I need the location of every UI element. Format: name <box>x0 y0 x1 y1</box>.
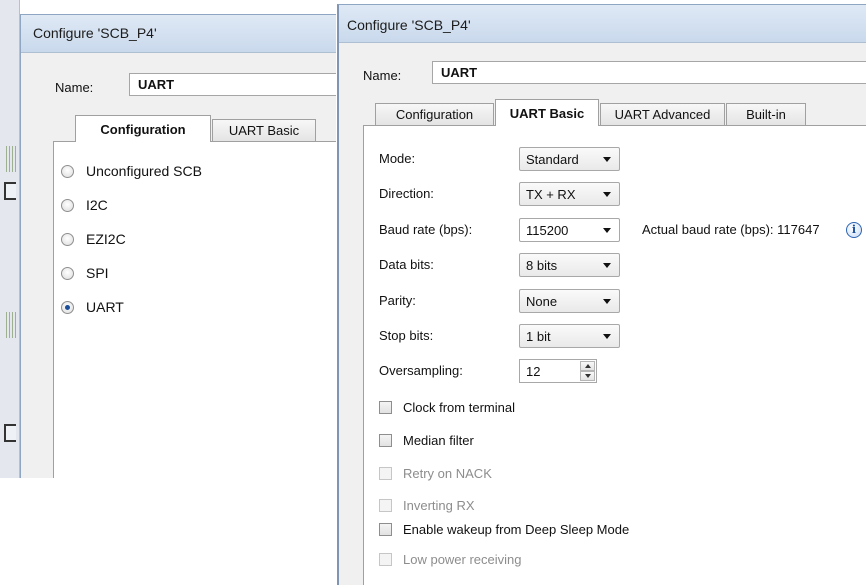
checkbox-median-filter[interactable]: Median filter <box>379 430 474 450</box>
tab-configuration[interactable]: Configuration <box>75 115 211 142</box>
dialog-body: Name: UART Configuration UART Basic Unco… <box>21 53 336 478</box>
checkbox-label: Median filter <box>403 432 474 448</box>
checkbox-label: Retry on NACK <box>403 465 492 481</box>
chevron-down-icon <box>603 157 611 162</box>
dialog-title-bar: Configure 'SCB_P4' <box>339 5 866 43</box>
grid-pattern <box>6 312 18 338</box>
tab-uart-basic[interactable]: UART Basic <box>212 119 316 141</box>
direction-value: TX + RX <box>526 187 576 202</box>
dialog-title: Configure 'SCB_P4' <box>33 25 157 41</box>
parity-select[interactable]: None <box>519 289 620 313</box>
stop-bits-value: 1 bit <box>526 329 551 344</box>
checkbox-label: Enable wakeup from Deep Sleep Mode <box>403 521 630 537</box>
tab-strip: Configuration UART Basic UART Advanced B… <box>375 99 866 126</box>
chevron-down-icon <box>603 228 611 233</box>
radio-icon[interactable] <box>61 232 74 246</box>
radio-i2c[interactable]: I2C <box>61 195 108 215</box>
tab-configuration[interactable]: Configuration <box>375 103 494 125</box>
radio-icon[interactable] <box>61 266 74 280</box>
checkbox-label: Low power receiving <box>403 551 522 567</box>
checkbox-retry-on-nack: Retry on NACK <box>379 463 492 483</box>
stop-bits-label: Stop bits: <box>379 328 434 343</box>
checkbox-icon <box>379 552 392 566</box>
chevron-down-icon <box>603 263 611 268</box>
dialog-body: Name: UART Configuration UART Basic UART… <box>339 43 866 585</box>
radio-label: UART <box>86 299 124 315</box>
checkbox-low-power-receiving: Low power receiving <box>379 549 522 569</box>
radio-icon[interactable] <box>61 164 74 178</box>
data-bits-value: 8 bits <box>526 258 558 273</box>
data-bits-select[interactable]: 8 bits <box>519 253 620 277</box>
baud-rate-label: Baud rate (bps): <box>379 222 473 237</box>
parity-value: None <box>526 294 558 309</box>
spin-down-icon[interactable] <box>580 371 595 381</box>
checkbox-icon <box>379 466 392 480</box>
dialog-title: Configure 'SCB_P4' <box>347 17 471 33</box>
checkbox-icon[interactable] <box>379 433 392 447</box>
spin-arrows-icon[interactable] <box>580 361 595 381</box>
data-bits-label: Data bits: <box>379 257 434 272</box>
radio-uart[interactable]: UART <box>61 297 124 317</box>
configure-dialog-uart-basic: Configure 'SCB_P4' Name: UART Configurat… <box>337 4 866 585</box>
radio-spi[interactable]: SPI <box>61 263 109 283</box>
chevron-down-icon <box>603 192 611 197</box>
chevron-down-icon <box>603 299 611 304</box>
checkbox-label: Clock from terminal <box>403 399 515 415</box>
radio-selected-icon[interactable] <box>61 300 74 314</box>
grid-pattern <box>6 146 18 172</box>
checkbox-label: Inverting RX <box>403 497 475 513</box>
name-label: Name: <box>363 68 402 83</box>
name-input[interactable]: UART <box>129 73 336 96</box>
checkbox-clock-from-terminal[interactable]: Clock from terminal <box>379 397 515 417</box>
checkbox-icon <box>379 498 392 512</box>
info-icon[interactable]: i <box>846 222 862 238</box>
checkbox-inverting-rx: Inverting RX <box>379 495 475 515</box>
mode-value: Standard <box>526 152 579 167</box>
oversampling-spinner[interactable]: 12 <box>519 359 597 383</box>
mode-select[interactable]: Standard <box>519 147 620 171</box>
dialog-title-bar: Configure 'SCB_P4' <box>21 15 336 53</box>
oversampling-label: Oversampling: <box>379 363 463 378</box>
radio-label: SPI <box>86 265 109 281</box>
chevron-down-icon <box>603 334 611 339</box>
radio-icon[interactable] <box>61 198 74 212</box>
oversampling-value: 12 <box>526 364 541 379</box>
baud-rate-select[interactable]: 115200 <box>519 218 620 242</box>
tab-built-in[interactable]: Built-in <box>726 103 806 125</box>
component-edge <box>4 424 16 442</box>
direction-label: Direction: <box>379 186 434 201</box>
radio-label: Unconfigured SCB <box>86 163 202 179</box>
radio-label: I2C <box>86 197 108 213</box>
direction-select[interactable]: TX + RX <box>519 182 620 206</box>
name-label: Name: <box>55 80 94 95</box>
parity-label: Parity: <box>379 293 416 308</box>
mode-label: Mode: <box>379 151 416 166</box>
tab-uart-basic[interactable]: UART Basic <box>495 99 599 126</box>
checkbox-icon[interactable] <box>379 400 392 414</box>
actual-baud-rate-text: Actual baud rate (bps): 117647 <box>642 222 820 237</box>
configure-dialog-configuration: Configure 'SCB_P4' Name: UART Configurat… <box>20 14 336 478</box>
checkbox-icon[interactable] <box>379 522 392 536</box>
spin-up-icon[interactable] <box>580 361 595 371</box>
radio-ezi2c[interactable]: EZI2C <box>61 229 126 249</box>
designer-canvas-strip <box>0 0 20 478</box>
tab-uart-advanced[interactable]: UART Advanced <box>600 103 725 125</box>
component-edge <box>4 182 16 200</box>
checkbox-enable-wakeup[interactable]: Enable wakeup from Deep Sleep Mode <box>379 519 629 539</box>
name-input[interactable]: UART <box>432 61 866 84</box>
baud-rate-value: 115200 <box>526 223 569 238</box>
stop-bits-select[interactable]: 1 bit <box>519 324 620 348</box>
radio-unconfigured-scb[interactable]: Unconfigured SCB <box>61 161 202 181</box>
tab-strip: Configuration UART Basic <box>75 115 336 142</box>
radio-label: EZI2C <box>86 231 126 247</box>
